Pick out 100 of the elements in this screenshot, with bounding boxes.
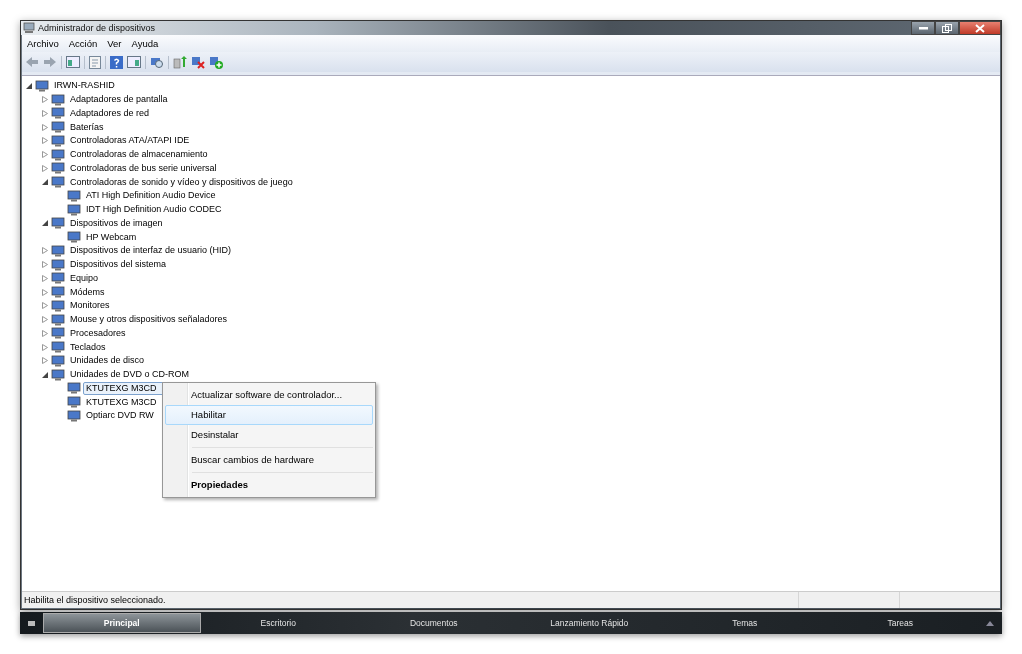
device-icon (51, 272, 65, 285)
tree-item[interactable]: Controladoras de bus serie universal (67, 161, 220, 175)
expand-arrow-icon[interactable] (40, 96, 49, 104)
expand-arrow-icon[interactable] (40, 261, 49, 269)
tree-item[interactable]: Módems (67, 285, 108, 299)
tree-item[interactable]: Controladoras ATA/ATAPI IDE (67, 134, 193, 148)
collapse-arrow-icon[interactable] (40, 179, 49, 186)
device-icon (51, 299, 65, 312)
back-icon[interactable] (25, 56, 39, 68)
maximize-button[interactable] (935, 21, 959, 35)
tree-item[interactable]: HP Webcam (83, 230, 140, 244)
tree-item[interactable]: Optiarc DVD RW (83, 409, 157, 423)
tree-item[interactable]: Dispositivos del sistema (67, 258, 170, 272)
device-icon (67, 382, 81, 395)
device-icon (51, 341, 65, 354)
device-icon (51, 121, 65, 134)
expand-arrow-icon[interactable] (40, 109, 49, 117)
panel-icon[interactable] (66, 56, 80, 68)
tree-item[interactable]: Unidades de DVD o CD-ROM (67, 368, 193, 382)
device-icon (51, 162, 65, 175)
expand-arrow-icon[interactable] (40, 247, 49, 255)
tree-item[interactable]: Procesadores (67, 326, 129, 340)
device-icon (51, 258, 65, 271)
collapse-arrow-icon[interactable] (40, 371, 49, 378)
tree-item[interactable]: Unidades de disco (67, 354, 148, 368)
device-icon (51, 148, 65, 161)
expand-arrow-icon[interactable] (40, 123, 49, 131)
restore-icon (942, 23, 952, 33)
enable-icon[interactable] (209, 55, 223, 69)
device-icon (67, 203, 81, 216)
menu-item[interactable]: Acción (63, 38, 103, 49)
expand-arrow-icon[interactable] (40, 137, 49, 145)
up-arrow-icon[interactable] (986, 620, 994, 626)
menu-item[interactable]: Actualizar software de controlador... (165, 385, 373, 405)
expand-arrow-icon[interactable] (40, 357, 49, 365)
scan-icon[interactable] (150, 55, 164, 69)
taskbar-tab[interactable]: Temas (667, 613, 823, 633)
taskbar-tab[interactable]: Lanzamiento Rápido (511, 613, 667, 633)
device-icon (67, 189, 81, 202)
status-text: Habilita el dispositivo seleccionado. (23, 595, 167, 605)
panel-icon[interactable] (127, 56, 141, 68)
tree-item[interactable]: ATI High Definition Audio Device (83, 189, 219, 203)
tree-item[interactable]: Equipo (67, 271, 102, 285)
taskbar-tab[interactable]: Tareas (822, 613, 978, 633)
collapse-arrow-icon[interactable] (24, 82, 33, 89)
menu-item[interactable]: Habilitar (165, 405, 373, 425)
device-icon (51, 327, 65, 340)
forward-icon[interactable] (43, 56, 57, 68)
taskbar-tab[interactable]: Escritorio (200, 613, 356, 633)
collapse-arrow-icon[interactable] (40, 220, 49, 227)
expand-arrow-icon[interactable] (40, 302, 49, 310)
device-icon (51, 354, 65, 367)
tree-item[interactable]: Controladoras de sonido y vídeo y dispositivos de juego (67, 175, 296, 189)
menu-item[interactable]: Buscar cambios de hardware (165, 450, 373, 470)
menu-item[interactable]: Archivo (22, 38, 64, 49)
tree-item[interactable]: Adaptadores de pantalla (67, 93, 171, 107)
tree-item[interactable]: KTUTEXG M3CD (83, 395, 160, 409)
taskbar-tab[interactable]: Principal (43, 613, 201, 633)
computer-icon (23, 22, 35, 34)
device-icon (51, 244, 65, 257)
menu-item[interactable]: Ayuda (126, 38, 164, 49)
expand-arrow-icon[interactable] (40, 164, 49, 172)
tree-item[interactable]: Teclados (67, 340, 109, 354)
taskbar-tab[interactable]: Documentos (356, 613, 512, 633)
update-driver-icon[interactable] (173, 55, 187, 69)
device-icon (51, 134, 65, 147)
tree-item[interactable]: IRWN-RASHID (51, 79, 118, 93)
tree-item[interactable]: Baterías (67, 120, 107, 134)
device-icon (51, 368, 65, 381)
start-icon[interactable] (28, 620, 35, 626)
window-title: Administrador de dispositivos (38, 23, 156, 33)
expand-arrow-icon[interactable] (40, 329, 49, 337)
tree-item[interactable]: Controladoras de almacenamiento (67, 148, 211, 162)
tree-item[interactable]: Monitores (67, 299, 113, 313)
menu-item[interactable]: Desinstalar (165, 425, 373, 445)
tree-item[interactable]: Dispositivos de interfaz de usuario (HID) (67, 244, 235, 258)
device-icon (51, 107, 65, 120)
menu-item[interactable]: Ver (102, 38, 127, 49)
tree-item[interactable]: Adaptadores de red (67, 106, 153, 120)
device-icon (67, 231, 81, 244)
tree-item[interactable]: Mouse y otros dispositivos señaladores (67, 313, 231, 327)
device-icon (67, 409, 81, 422)
expand-arrow-icon[interactable] (40, 274, 49, 282)
device-icon (67, 396, 81, 409)
minimize-icon (918, 26, 928, 30)
tree-item[interactable]: Dispositivos de imagen (67, 216, 166, 230)
disable-icon[interactable] (191, 55, 205, 69)
expand-arrow-icon[interactable] (40, 343, 49, 351)
device-icon (51, 286, 65, 299)
properties-icon[interactable] (89, 55, 101, 69)
tree-item[interactable]: IDT High Definition Audio CODEC (83, 203, 225, 217)
expand-arrow-icon[interactable] (40, 288, 49, 296)
expand-arrow-icon[interactable] (40, 151, 49, 159)
expand-arrow-icon[interactable] (40, 316, 49, 324)
minimize-button[interactable] (911, 21, 935, 35)
device-icon (51, 217, 65, 230)
menu-item[interactable]: Propiedades (165, 475, 373, 495)
device-icon (51, 313, 65, 326)
help-icon[interactable] (110, 55, 123, 69)
close-button[interactable] (959, 21, 1001, 35)
